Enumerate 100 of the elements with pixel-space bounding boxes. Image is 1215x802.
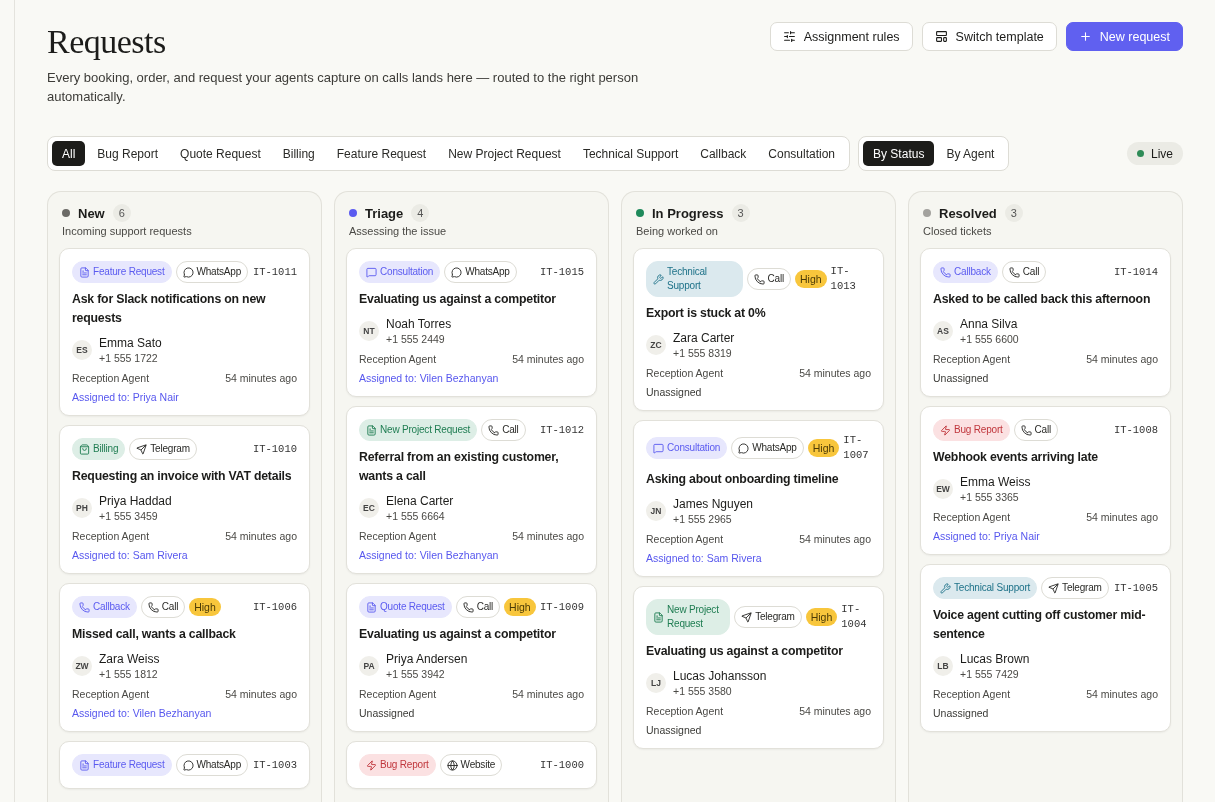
request-title: Referral from an existing customer, wants a call (359, 449, 560, 485)
filter-tab[interactable]: Bug Report (87, 141, 169, 166)
channel-tag: Website (439, 754, 503, 776)
view-tab[interactable]: By Status (863, 141, 935, 166)
assignee-label: Unassigned (646, 724, 703, 736)
count-badge: 3 (1004, 204, 1023, 222)
time-label: 54 minutes ago (799, 367, 871, 379)
agent-label: Reception Agent (359, 530, 437, 542)
category-icon (940, 266, 951, 278)
contact-name: Anna Silva (960, 316, 1019, 332)
channel-icon (451, 266, 463, 278)
category-tag: Feature Request (72, 754, 172, 776)
channel-tag: Call (1013, 419, 1059, 441)
request-id: IT-1008 (1113, 422, 1158, 438)
avatar: PH (72, 498, 92, 518)
request-id: IT-1003 (252, 757, 297, 773)
channel-icon (147, 601, 159, 613)
channel-tag: Call (140, 596, 186, 618)
time-label: 54 minutes ago (799, 705, 871, 717)
column-title: Triage (365, 205, 404, 221)
assignee-label: Assigned to: Sam Rivera (646, 552, 763, 564)
filter-tab[interactable]: New Project Request (438, 141, 571, 166)
contact-phone: +1 555 3365 (960, 490, 1020, 504)
view-tab[interactable]: By Agent (936, 141, 1005, 166)
count-badge: 6 (112, 204, 131, 222)
agent-label: Reception Agent (359, 688, 437, 700)
contact-phone: +1 555 1812 (99, 667, 159, 681)
channel-icon (136, 443, 148, 455)
filter-tab[interactable]: Consultation (758, 141, 846, 166)
contact-name: Priya Haddad (99, 493, 172, 509)
category-tag: Callback (933, 261, 998, 283)
contact-phone: +1 555 3580 (673, 684, 733, 698)
request-id: IT-1011 (252, 264, 297, 280)
time-label: 54 minutes ago (799, 533, 871, 545)
category-tag: Bug Report (359, 754, 436, 776)
channel-tag: Telegram (129, 438, 197, 460)
channel-tag: WhatsApp (175, 261, 249, 283)
assignee-label: Unassigned (359, 707, 416, 719)
channel-icon (1008, 266, 1020, 278)
channel-tag: Call (746, 268, 791, 290)
filter-tab[interactable]: Callback (690, 141, 757, 166)
category-icon (79, 443, 90, 455)
category-icon (940, 582, 951, 594)
time-label: 54 minutes ago (225, 530, 297, 542)
time-label: 54 minutes ago (512, 530, 584, 542)
avatar: LB (933, 656, 953, 676)
assignee-label: Unassigned (933, 372, 990, 384)
filter-tab[interactable]: Feature Request (326, 141, 437, 166)
category-icon (653, 442, 664, 454)
assignee-label: Unassigned (646, 386, 703, 398)
time-label: 54 minutes ago (1086, 353, 1158, 365)
contact-phone: +1 555 7429 (960, 667, 1020, 681)
request-title: Evaluating us against a competitor (359, 291, 557, 308)
assignee-label: Assigned to: Vilen Bezhanyan (72, 707, 213, 719)
contact-name: Noah Torres (386, 316, 452, 332)
contact-phone: +1 555 1722 (99, 351, 159, 365)
channel-icon (1048, 582, 1060, 594)
time-label: 54 minutes ago (1086, 688, 1158, 700)
request-title: Asked to be called back this afternoon (933, 291, 1152, 308)
agent-label: Reception Agent (933, 353, 1011, 365)
request-card[interactable]: Feature Request WhatsApp IT-1003 (59, 741, 310, 789)
rules-button[interactable]: Assignment rules (769, 22, 913, 51)
assignee-label: Unassigned (933, 707, 990, 719)
contact-name: Priya Andersen (386, 651, 468, 667)
category-icon (366, 759, 377, 771)
category-icon (653, 611, 664, 623)
column-description: Being worked on (636, 225, 719, 237)
category-tag: New Project Request (646, 599, 731, 635)
time-label: 54 minutes ago (512, 353, 584, 365)
template-button[interactable]: Switch template (921, 22, 1057, 51)
request-title: Evaluating us against a competitor (646, 643, 844, 660)
priority-badge: High (504, 598, 536, 616)
avatar: EC (359, 498, 379, 518)
contact-phone: +1 555 2449 (386, 332, 446, 346)
contact-name: James Nguyen (673, 496, 754, 512)
priority-badge: High (189, 598, 221, 616)
filter-tab[interactable]: Technical Support (572, 141, 689, 166)
contact-name: Zara Weiss (99, 651, 160, 667)
column-description: Assessing the issue (349, 225, 448, 237)
filter-tab[interactable]: Quote Request (170, 141, 271, 166)
filter-tab[interactable]: All (52, 141, 86, 166)
category-tag: Consultation (359, 261, 441, 283)
priority-badge: High (805, 608, 838, 626)
category-icon (366, 601, 377, 613)
time-label: 54 minutes ago (225, 372, 297, 384)
new-request-button[interactable]: New request (1065, 22, 1183, 51)
contact-phone: +1 555 6600 (960, 332, 1019, 346)
count-badge: 4 (411, 204, 430, 222)
channel-tag: Telegram (1041, 577, 1109, 599)
assignee-label: Assigned to: Vilen Bezhanyan (359, 549, 500, 561)
agent-label: Reception Agent (933, 688, 1011, 700)
request-card[interactable]: Bug Report Website IT-1000 (346, 741, 597, 789)
request-title: Evaluating us against a competitor (359, 626, 557, 643)
column-description: Incoming support requests (62, 225, 193, 237)
category-tag: Feature Request (72, 261, 172, 283)
channel-icon (1020, 424, 1032, 436)
channel-icon (741, 611, 753, 623)
category-tag: Billing (72, 438, 126, 460)
channel-icon (446, 759, 458, 771)
filter-tab[interactable]: Billing (272, 141, 325, 166)
